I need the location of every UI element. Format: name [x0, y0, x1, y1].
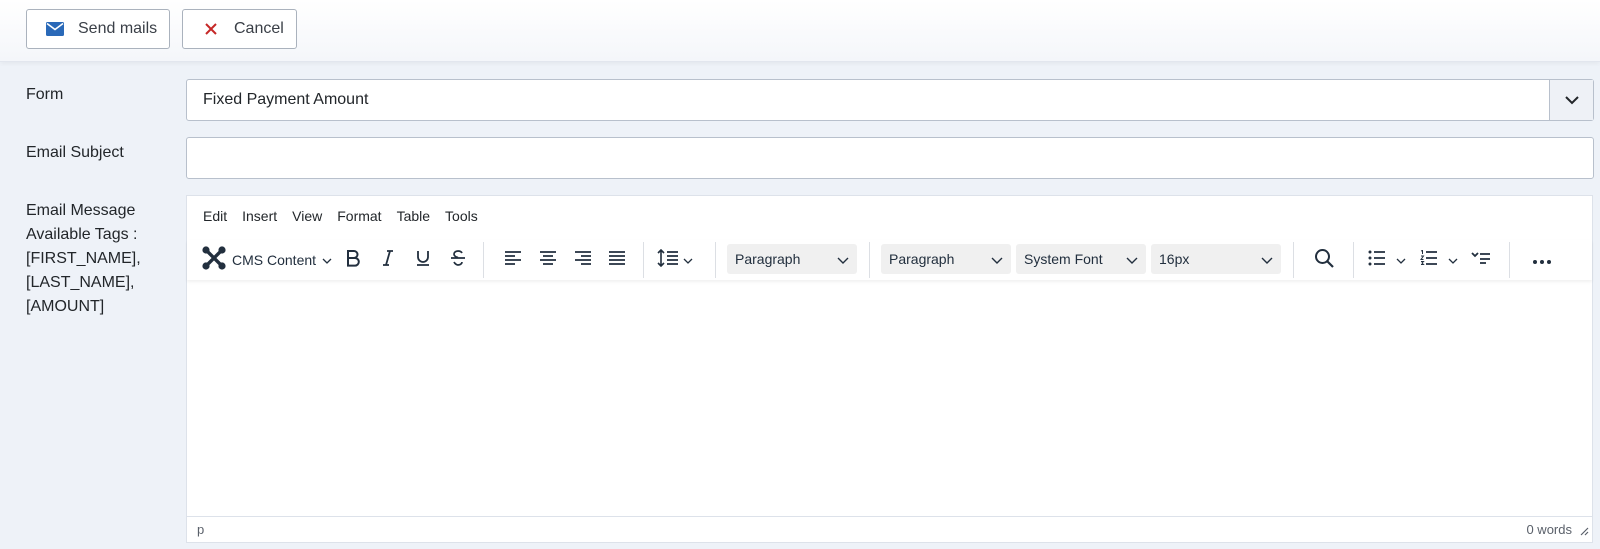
send-mails-button[interactable]: Send mails	[26, 9, 170, 49]
email-subject-input[interactable]	[186, 137, 1594, 179]
email-message-editor: Edit Insert View Format Table Tools CMS …	[186, 195, 1593, 543]
chevron-down-icon	[683, 251, 693, 269]
align-left-button[interactable]	[497, 244, 529, 276]
close-icon	[200, 23, 222, 35]
font-size-dropdown[interactable]: 16px	[1151, 244, 1281, 274]
menu-format[interactable]: Format	[330, 204, 388, 228]
element-path[interactable]: p	[187, 522, 1526, 537]
email-message-label-line: Email Message	[26, 202, 136, 219]
tag-amount: [AMOUNT]	[26, 298, 105, 315]
toolbar-separator	[1509, 242, 1510, 278]
more-horizontal-icon	[1533, 251, 1551, 269]
chevron-down-icon	[1448, 251, 1458, 269]
style-format-dropdown[interactable]: Paragraph	[881, 244, 1011, 274]
email-message-label: Email Message Available Tags : [FIRST_NA…	[26, 199, 141, 319]
underline-button[interactable]	[407, 244, 439, 276]
italic-button[interactable]	[372, 244, 404, 276]
tag-first-name: [FIRST_NAME],	[26, 250, 141, 267]
chevron-down-icon	[837, 252, 849, 268]
toolbar-separator	[1293, 242, 1294, 278]
block-format-dropdown[interactable]: Paragraph	[727, 244, 857, 274]
align-center-icon	[539, 250, 557, 271]
italic-icon	[381, 249, 395, 272]
underline-icon	[416, 249, 430, 272]
font-size-value: 16px	[1159, 251, 1190, 267]
form-label: Form	[26, 86, 64, 103]
align-left-icon	[504, 250, 522, 271]
bold-button[interactable]	[337, 244, 369, 276]
tag-last-name: [LAST_NAME],	[26, 274, 135, 291]
envelope-icon	[44, 22, 66, 36]
find-replace-button[interactable]	[1307, 244, 1341, 276]
chevron-down-icon[interactable]	[1549, 80, 1593, 120]
editor-toolbar: CMS Content Paragraph Paragraph System F…	[187, 240, 1592, 280]
form-select-value: Fixed Payment Amount	[203, 91, 369, 108]
align-justify-icon	[608, 250, 626, 271]
cancel-label: Cancel	[234, 20, 284, 37]
checklist-icon	[1471, 251, 1491, 270]
menu-table[interactable]: Table	[390, 204, 437, 228]
form-select[interactable]: Fixed Payment Amount	[186, 79, 1594, 121]
align-right-button[interactable]	[567, 244, 599, 276]
available-tags-label: Available Tags :	[26, 226, 138, 243]
toolbar-separator	[869, 242, 870, 278]
chevron-down-icon	[1126, 252, 1138, 268]
joomla-icon	[201, 245, 227, 276]
bullet-list-button[interactable]	[1363, 244, 1411, 276]
bold-icon	[345, 249, 361, 272]
chevron-down-icon	[1261, 252, 1273, 268]
menu-edit[interactable]: Edit	[196, 204, 234, 228]
editor-statusbar: p 0 words	[187, 516, 1592, 542]
numbered-list-icon	[1420, 249, 1438, 271]
chevron-down-icon	[322, 251, 332, 269]
align-center-button[interactable]	[532, 244, 564, 276]
strikethrough-icon	[450, 249, 466, 272]
menu-tools[interactable]: Tools	[438, 204, 485, 228]
toolbar-separator	[643, 242, 644, 278]
align-justify-button[interactable]	[601, 244, 633, 276]
toolbar-separator	[715, 242, 716, 278]
chevron-down-icon	[991, 252, 1003, 268]
editor-content-area[interactable]	[187, 282, 1592, 514]
align-right-icon	[574, 250, 592, 271]
more-tools-button[interactable]	[1525, 244, 1559, 276]
cms-content-label: CMS Content	[232, 252, 317, 268]
menu-insert[interactable]: Insert	[235, 204, 284, 228]
cancel-button[interactable]: Cancel	[182, 9, 297, 49]
block-format-value: Paragraph	[735, 251, 801, 267]
send-mails-label: Send mails	[78, 20, 158, 37]
editor-menubar: Edit Insert View Format Table Tools	[187, 196, 1592, 236]
line-height-button[interactable]	[653, 244, 697, 276]
chevron-down-icon	[1396, 251, 1406, 269]
style-format-value: Paragraph	[889, 251, 955, 267]
numbered-list-button[interactable]	[1415, 244, 1463, 276]
cms-content-button[interactable]: CMS Content	[201, 244, 351, 276]
font-family-dropdown[interactable]: System Font	[1016, 244, 1146, 274]
toolbar-separator	[1353, 242, 1354, 278]
bullet-list-icon	[1368, 250, 1386, 271]
collapse-list-button[interactable]	[1465, 244, 1497, 276]
toolbar-separator	[483, 242, 484, 278]
search-icon	[1314, 248, 1334, 273]
strikethrough-button[interactable]	[442, 244, 474, 276]
line-height-icon	[657, 248, 679, 272]
resize-handle-icon[interactable]	[1579, 524, 1589, 539]
action-toolbar: Send mails Cancel	[0, 0, 1600, 62]
menu-view[interactable]: View	[285, 204, 329, 228]
font-family-value: System Font	[1024, 251, 1103, 267]
email-subject-label: Email Subject	[26, 144, 124, 161]
